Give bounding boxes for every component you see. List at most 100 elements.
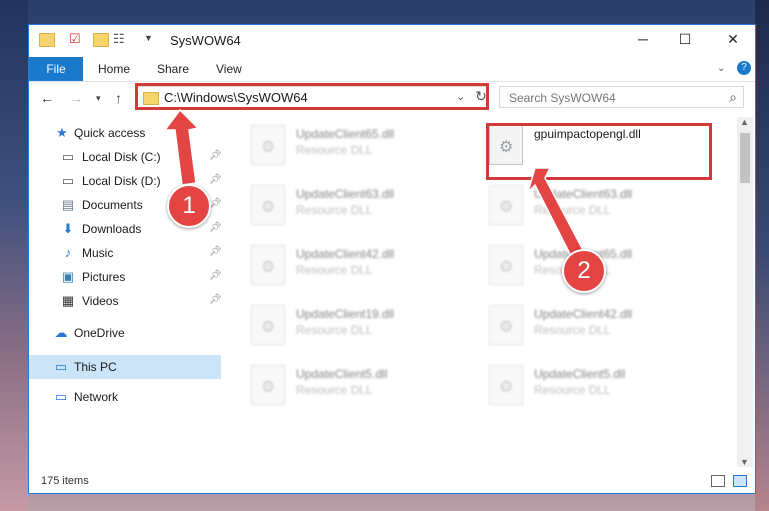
sidebar-item-label: Music — [82, 246, 114, 260]
dll-file-icon — [489, 245, 523, 285]
dll-file-icon — [251, 305, 285, 345]
up-arrow-icon[interactable]: ↑ — [115, 90, 122, 106]
forward-arrow-icon[interactable]: → — [69, 90, 83, 106]
sidebar-item-label: Network — [74, 390, 119, 404]
sidebar-item-videos[interactable]: ▦ Videos 📌︎ — [29, 291, 222, 311]
vertical-scrollbar[interactable]: ▲ ▼ — [737, 117, 753, 467]
pin-icon[interactable]: 📌︎ — [209, 294, 222, 305]
sidebar-item-music[interactable]: ♪ Music 📌︎ — [29, 243, 222, 263]
scrollbar-thumb[interactable] — [740, 133, 750, 183]
network-icon: ▭ — [54, 389, 68, 404]
file-type: Resource DLL — [296, 323, 373, 337]
sidebar-item-label: OneDrive — [74, 326, 125, 340]
file-item[interactable]: UpdateClient5.dll Resource DLL — [251, 365, 451, 415]
help-icon[interactable]: ? — [737, 61, 751, 75]
sidebar-item-label: Local Disk (D:) — [82, 174, 161, 188]
star-icon: ★ — [56, 125, 68, 140]
properties-icon[interactable]: ☑ — [69, 31, 81, 47]
annotation-badge-1: 1 — [167, 184, 211, 228]
file-type: Resource DLL — [296, 203, 373, 217]
videos-icon: ▦ — [61, 293, 75, 308]
dll-file-icon — [251, 125, 285, 165]
dll-file-icon — [489, 305, 523, 345]
file-name: UpdateClient5.dll — [534, 367, 626, 381]
ribbon-tabs: File Home Share View ⌄ ? — [29, 57, 755, 82]
file-name: UpdateClient42.dll — [534, 307, 633, 321]
pin-icon[interactable]: 📌︎ — [209, 270, 222, 281]
item-count: 175 items — [41, 475, 89, 487]
file-explorer-window: ☑ ☷ ▼ SysWOW64 ─ ☐ ✕ File Home Share Vie… — [28, 24, 756, 494]
close-button[interactable]: ✕ — [723, 31, 743, 49]
dll-file-icon — [489, 185, 523, 225]
file-name: UpdateClient63.dll — [534, 187, 633, 201]
sidebar-item-onedrive[interactable]: ☁ OneDrive — [29, 323, 221, 343]
maximize-button[interactable]: ☐ — [675, 31, 695, 49]
sidebar-item-label: Pictures — [82, 270, 126, 284]
file-item[interactable]: UpdateClient42.dll Resource DLL — [489, 305, 689, 355]
scroll-down-icon[interactable]: ▼ — [740, 457, 749, 467]
file-item[interactable]: UpdateClient63.dll Resource DLL — [489, 185, 689, 235]
cloud-icon: ☁ — [54, 325, 68, 340]
new-folder-icon[interactable] — [93, 33, 109, 47]
scroll-up-icon[interactable]: ▲ — [740, 117, 749, 127]
address-highlight-box — [135, 83, 489, 110]
file-highlight-box — [486, 123, 712, 180]
file-name: UpdateClient5.dll — [296, 367, 388, 381]
expand-ribbon-icon[interactable]: ⌄ — [717, 57, 725, 81]
sidebar-item-label: Videos — [82, 294, 119, 308]
file-item[interactable]: UpdateClient5.dll Resource DLL — [489, 365, 689, 415]
sidebar-item-local-disk-c[interactable]: ▭ Local Disk (C:) 📌︎ — [29, 147, 222, 167]
file-type: Resource DLL — [296, 263, 373, 277]
file-name: UpdateClient42.dll — [296, 247, 395, 261]
title-bar: ☑ ☷ ▼ SysWOW64 ─ ☐ ✕ — [29, 25, 755, 57]
file-item[interactable]: UpdateClient42.dll Resource DLL — [251, 245, 451, 295]
file-item[interactable]: UpdateClient65.dll Resource DLL — [251, 125, 451, 175]
document-icon: ▤ — [61, 197, 75, 212]
sidebar-item-label: Quick access — [74, 126, 146, 140]
tab-file[interactable]: File — [29, 57, 83, 81]
file-item[interactable]: UpdateClient19.dll Resource DLL — [251, 305, 451, 355]
pin-icon[interactable]: 📌︎ — [209, 150, 222, 161]
file-name: UpdateClient65.dll — [296, 127, 395, 141]
download-icon: ⬇ — [62, 221, 74, 236]
desktop-wallpaper-right — [755, 0, 769, 511]
file-type: Resource DLL — [296, 143, 373, 157]
large-icons-view-icon[interactable] — [733, 475, 747, 487]
file-item[interactable]: UpdateClient63.dll Resource DLL — [251, 185, 451, 235]
minimize-button[interactable]: ─ — [633, 31, 653, 49]
drive-icon: ▭ — [61, 173, 75, 188]
tab-home[interactable]: Home — [98, 57, 130, 81]
pin-icon[interactable]: 📌︎ — [209, 222, 222, 233]
computer-icon: ▭ — [54, 359, 68, 374]
folder-icon — [39, 33, 55, 47]
customize-toolbar-icon[interactable]: ☷ — [113, 31, 125, 47]
dll-file-icon — [489, 365, 523, 405]
pin-icon[interactable]: 📌︎ — [209, 174, 222, 185]
back-arrow-icon[interactable]: ← — [40, 90, 54, 106]
dll-file-icon — [251, 245, 285, 285]
pictures-icon: ▣ — [61, 269, 75, 284]
window-title: SysWOW64 — [170, 33, 241, 48]
sidebar-item-network[interactable]: ▭ Network — [29, 387, 221, 407]
sidebar-item-this-pc[interactable]: ▭ This PC — [29, 355, 221, 379]
recent-locations-icon[interactable]: ▾ — [96, 93, 101, 104]
tab-share[interactable]: Share — [157, 57, 189, 81]
status-bar: 175 items — [29, 471, 755, 493]
file-name: UpdateClient19.dll — [296, 307, 395, 321]
dll-file-icon — [251, 365, 285, 405]
sidebar-item-label: Local Disk (C:) — [82, 150, 161, 164]
sidebar-item-label: This PC — [74, 360, 117, 374]
dll-file-icon — [251, 185, 285, 225]
sidebar-item-quick-access[interactable]: ★ Quick access — [29, 123, 221, 143]
desktop-wallpaper-left — [0, 0, 28, 511]
details-view-icon[interactable] — [711, 475, 725, 487]
drive-icon: ▭ — [61, 149, 75, 164]
search-placeholder: Search SysWOW64 — [509, 91, 616, 105]
sidebar-item-pictures[interactable]: ▣ Pictures 📌︎ — [29, 267, 222, 287]
sidebar-item-label: Downloads — [82, 222, 142, 236]
search-icon: ⌕ — [729, 89, 737, 105]
search-box[interactable]: Search SysWOW64 ⌕ — [499, 86, 744, 108]
chevron-down-icon[interactable]: ▼ — [144, 33, 153, 43]
pin-icon[interactable]: 📌︎ — [209, 246, 222, 257]
tab-view[interactable]: View — [216, 57, 242, 81]
